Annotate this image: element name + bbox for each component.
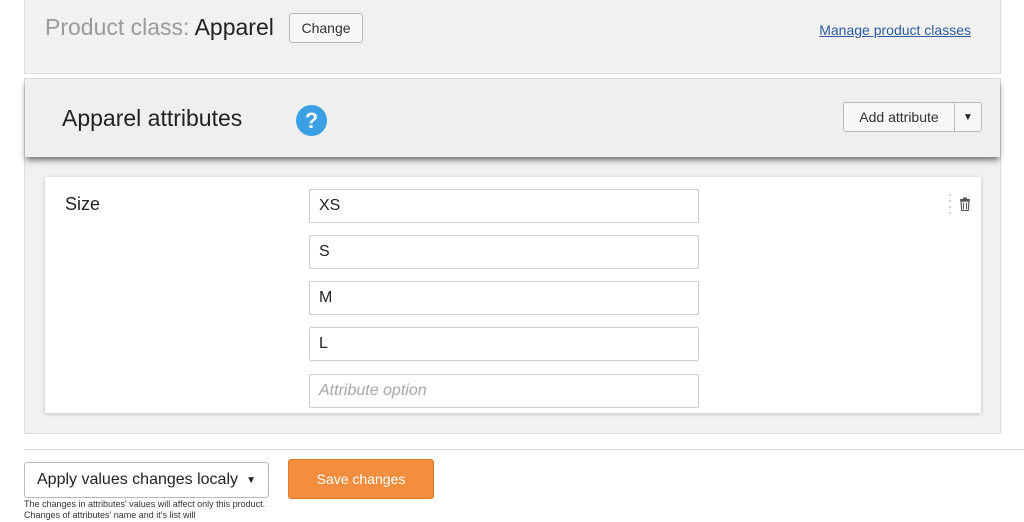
apply-changes-help-text: The changes in attributes' values will a… (24, 499, 266, 520)
dropdown-caret-icon[interactable]: ▼ (955, 103, 981, 131)
attribute-option-input[interactable]: XS (309, 189, 699, 223)
attribute-option-input[interactable]: M (309, 281, 699, 315)
attribute-name: Size (65, 194, 101, 214)
product-class-panel: Product class: Apparel Change Manage pro… (24, 0, 1001, 74)
product-class-value: Apparel (194, 14, 274, 40)
apply-changes-select[interactable]: Apply values changes localy ▼ (24, 462, 269, 498)
change-class-button[interactable]: Change (289, 13, 363, 43)
apply-changes-value: Apply values changes localy (37, 471, 239, 488)
add-attribute-split-button: Add attribute ▼ (843, 102, 982, 132)
help-icon[interactable]: ? (296, 105, 327, 136)
attributes-header: Apparel attributes ? Add attribute ▼ (25, 79, 1000, 157)
attributes-panel: Apparel attributes ? Add attribute ▼ Siz… (24, 78, 1001, 434)
attribute-option-input[interactable]: S (309, 235, 699, 269)
add-attribute-button[interactable]: Add attribute (844, 103, 955, 131)
attributes-title: Apparel attributes (62, 105, 243, 131)
save-changes-button[interactable]: Save changes (288, 459, 434, 499)
drag-handle-icon[interactable] (948, 194, 951, 214)
product-class-heading: Product class: Apparel (45, 14, 274, 41)
product-class-label: Product class: (45, 14, 190, 40)
footer-divider (24, 449, 1024, 450)
manage-product-classes-link[interactable]: Manage product classes (819, 22, 971, 38)
select-caret-icon: ▼ (246, 474, 256, 486)
attribute-card: Size XS S M L Attribute option (45, 177, 981, 413)
new-attribute-option-input[interactable]: Attribute option (309, 374, 699, 408)
attribute-option-input[interactable]: L (309, 327, 699, 361)
trash-icon[interactable] (959, 197, 971, 211)
